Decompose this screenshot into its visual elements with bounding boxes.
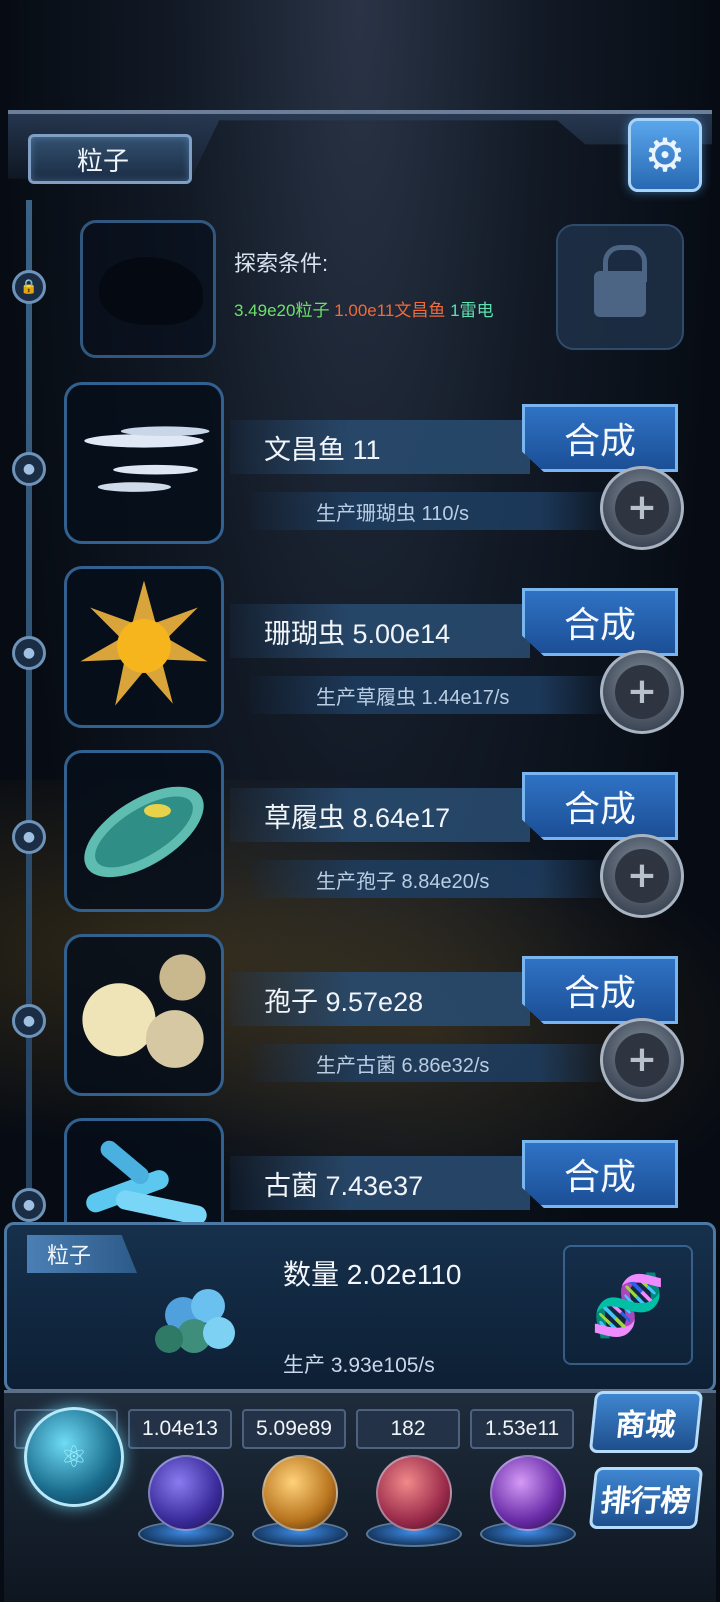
particle-count: 数量 2.02e110: [283, 1259, 462, 1290]
rail-lock-icon: 🔒: [12, 270, 46, 304]
add-button[interactable]: +: [600, 466, 684, 550]
creature-thumbnail: [64, 934, 224, 1096]
creature-name: 珊瑚虫 5.00e14: [230, 604, 530, 658]
creature-thumbnail: [64, 382, 224, 544]
vortex-orb-button[interactable]: [490, 1455, 566, 1531]
category-tab-label: 粒子: [77, 145, 130, 176]
creature-thumbnail: [64, 750, 224, 912]
ranking-button[interactable]: 排行榜: [588, 1467, 704, 1529]
lock-icon: [594, 245, 647, 317]
synthesize-button[interactable]: 合成: [522, 1140, 678, 1208]
explore-row: 探索条件: 3.49e20粒子 1.00e11文昌鱼 1雷电: [80, 220, 684, 360]
production-rate: 生产孢子 8.84e20/s: [250, 860, 610, 898]
creature-name: 孢子 9.57e28: [230, 972, 530, 1026]
settings-button[interactable]: ⚙: [628, 118, 702, 192]
add-button[interactable]: +: [600, 834, 684, 918]
creature-thumbnail: [64, 566, 224, 728]
summary-panel: 粒子 数量 2.02e110 生产 3.93e105/s 🧬: [4, 1222, 716, 1392]
particle-orb-button[interactable]: ⚛: [24, 1407, 124, 1507]
resource-bar: 10 1.04e13 5.09e89 182 1.53e11 ⚛ 商城 排行榜: [4, 1390, 716, 1602]
locked-creature-frame: [80, 220, 216, 358]
plus-icon: +: [615, 849, 669, 903]
paramecium-art: [84, 786, 204, 878]
amphioxus-art: [84, 426, 210, 492]
summary-tab: 粒子: [27, 1235, 137, 1273]
production-rate: 生产草履虫 1.44e17/s: [250, 676, 610, 714]
synthesize-button[interactable]: 合成: [522, 956, 678, 1024]
creature-name: 文昌鱼 11: [230, 420, 530, 474]
rail-node: ●: [12, 820, 46, 854]
rail-node: ●: [12, 1004, 46, 1038]
requirement-amphioxus: 1.00e11文昌鱼: [334, 301, 446, 320]
category-tab[interactable]: 粒子: [28, 134, 192, 184]
explore-label: 探索条件:: [234, 251, 329, 276]
gear-icon: ⚙: [644, 128, 686, 182]
summary-tab-label: 粒子: [47, 1243, 92, 1268]
dna-icon: 🧬: [563, 1245, 693, 1365]
resource-brain-value: 182: [356, 1409, 460, 1449]
left-rail: [26, 200, 32, 1240]
rail-node: ●: [12, 1188, 46, 1222]
resource-value: 5.09e89: [256, 1417, 332, 1440]
resource-thunder-value: 1.04e13: [128, 1409, 232, 1449]
synthesize-button[interactable]: 合成: [522, 404, 678, 472]
creature-row-paramecium: 草履虫 8.64e17 合成 生产孢子 8.84e20/s +: [60, 750, 700, 920]
production-rate: 生产古菌 6.86e32/s: [250, 1044, 610, 1082]
creature-name: 古菌 7.43e37: [230, 1156, 530, 1210]
add-button[interactable]: +: [600, 650, 684, 734]
explore-requirements: 3.49e20粒子 1.00e11文昌鱼 1雷电: [234, 296, 494, 321]
resource-vortex-value: 1.53e11: [470, 1409, 574, 1449]
creature-row-amphioxus: 文昌鱼 11 合成 生产珊瑚虫 110/s +: [60, 382, 700, 552]
creature-silhouette: [99, 257, 203, 325]
particle-rate: 生产 3.93e105/s: [283, 1354, 435, 1377]
atom-icon: ⚛: [60, 1439, 88, 1475]
requirement-thunder: 1雷电: [450, 301, 494, 320]
creature-row-coral: 珊瑚虫 5.00e14 合成 生产草履虫 1.44e17/s +: [60, 566, 700, 736]
brain-orb-button[interactable]: [376, 1455, 452, 1531]
production-rate: 生产珊瑚虫 110/s: [250, 492, 610, 530]
rail-node: ●: [12, 452, 46, 486]
resource-value: 1.53e11: [484, 1417, 560, 1440]
shop-button[interactable]: 商城: [588, 1391, 704, 1453]
resource-star-value: 5.09e89: [242, 1409, 346, 1449]
resource-value: 1.04e13: [142, 1417, 218, 1440]
thunder-orb-button[interactable]: [148, 1455, 224, 1531]
plus-icon: +: [615, 665, 669, 719]
rail-node: ●: [12, 636, 46, 670]
plus-icon: +: [615, 1033, 669, 1087]
resource-value: 182: [390, 1417, 426, 1440]
plus-icon: +: [615, 481, 669, 535]
synthesize-button[interactable]: 合成: [522, 588, 678, 656]
synthesize-button[interactable]: 合成: [522, 772, 678, 840]
spore-art: [82, 954, 206, 1068]
star-orb-button[interactable]: [262, 1455, 338, 1531]
top-bar: 粒子 ⚙: [8, 110, 712, 200]
creature-name: 草履虫 8.64e17: [230, 788, 530, 842]
explore-lock-button[interactable]: [556, 224, 684, 350]
creature-row-spore: 孢子 9.57e28 合成 生产古菌 6.86e32/s +: [60, 934, 700, 1104]
requirement-particles: 3.49e20粒子: [234, 301, 330, 320]
coral-polyp-art: [80, 580, 208, 706]
particle-icon: [147, 1279, 247, 1379]
add-button[interactable]: +: [600, 1018, 684, 1102]
